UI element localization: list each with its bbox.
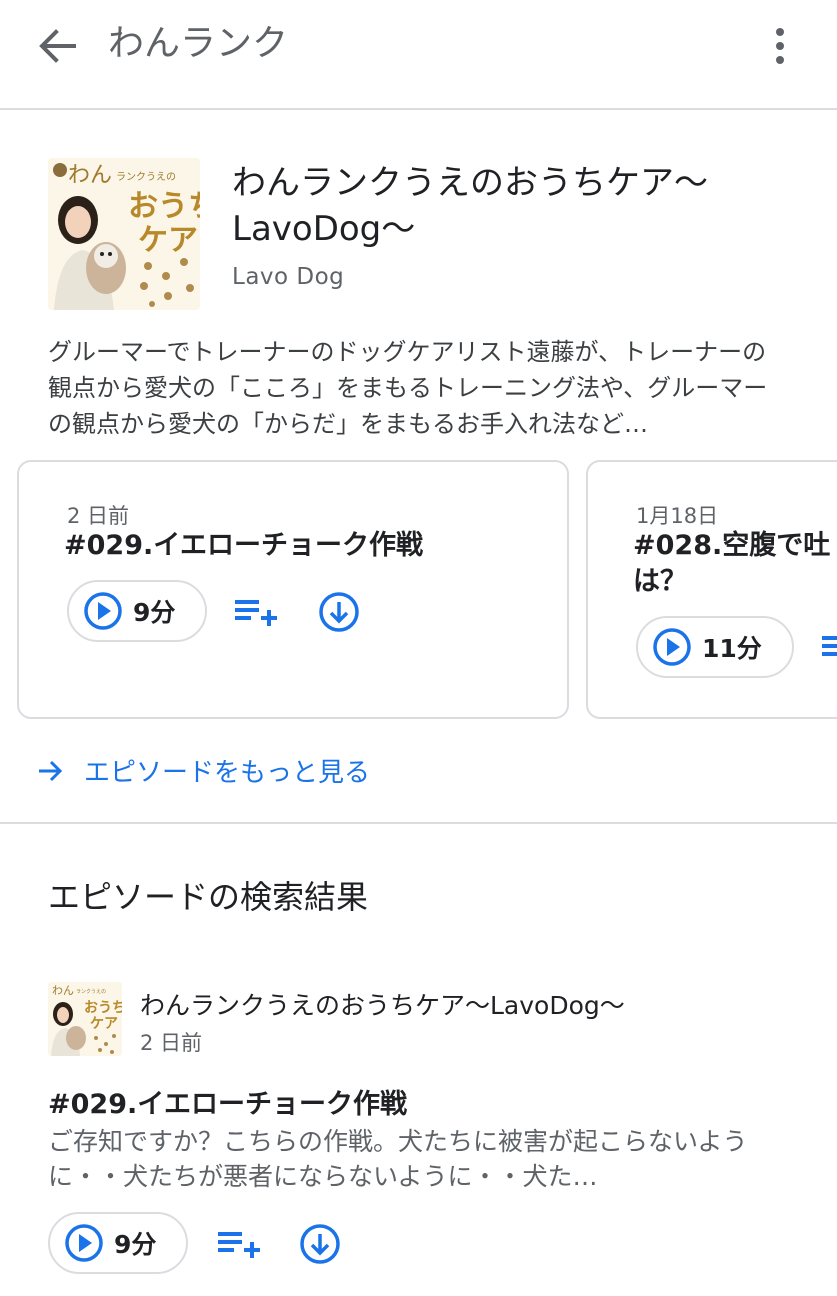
- result-show-name: わんランクうえのおうちケア〜LavoDog〜: [140, 991, 625, 1020]
- result-download-button[interactable]: [298, 1222, 342, 1266]
- playlist-add-icon: [822, 636, 837, 656]
- result-artwork-brand-line2: おうち: [84, 1000, 122, 1016]
- play-button[interactable]: 9分: [67, 580, 207, 642]
- play-button[interactable]: 11分: [636, 616, 794, 678]
- result-episode-description: ご存知ですか？こちらの作戦。犬たちに被害が起こらないように・・犬たちが悪者になら…: [48, 1127, 748, 1191]
- search-results-heading: エピソードの検索結果: [48, 878, 369, 916]
- episode-title: #028.空腹で吐は？: [633, 530, 831, 597]
- podcast-author[interactable]: Lavo Dog: [232, 264, 344, 290]
- section-divider: [0, 822, 837, 824]
- more-episodes-label: エピソードをもっと見る: [84, 758, 371, 788]
- result-duration: 9分: [114, 1230, 157, 1259]
- artwork-brand-line3: ケア: [138, 224, 198, 257]
- arrow-back-icon: [39, 29, 76, 63]
- episode-duration: 11分: [702, 634, 762, 663]
- play-circle-icon: [65, 1224, 103, 1262]
- play-circle-icon: [653, 628, 691, 666]
- result-artwork-brand-prefix: わん: [52, 984, 74, 997]
- app-bar: わんランク: [0, 0, 837, 110]
- result-episode-title[interactable]: #029.イエローチョーク作戦: [48, 1082, 407, 1121]
- result-artwork: わん ランクうえの おうち ケア: [48, 982, 122, 1056]
- episode-card[interactable]: 2 日前 #029.イエローチョーク作戦 9分: [17, 460, 569, 719]
- episode-date: 1月18日: [636, 504, 719, 528]
- podcast-title: わんランクうえのおうちケア〜LavoDog〜: [232, 163, 708, 249]
- episode-card[interactable]: 1月18日 #028.空腹で吐は？ 11分: [586, 460, 837, 719]
- episode-duration: 9分: [133, 598, 176, 627]
- result-add-to-queue-button[interactable]: [216, 1226, 262, 1262]
- episode-title: #029.イエローチョーク作戦: [64, 530, 423, 561]
- more-options-button[interactable]: [764, 24, 796, 68]
- podcast-artwork: わん ランクうえの おうち ケア: [48, 158, 200, 310]
- playlist-add-icon: [235, 600, 277, 626]
- download-circle-icon: [300, 1224, 340, 1264]
- result-artwork-brand-small: ランクうえの: [76, 989, 106, 995]
- add-to-queue-button[interactable]: [820, 630, 837, 666]
- more-episodes-link[interactable]: エピソードをもっと見る: [36, 752, 370, 789]
- play-circle-icon: [84, 592, 122, 630]
- more-vert-icon: [776, 28, 784, 64]
- artwork-brand-prefix: わん: [68, 162, 112, 187]
- back-button[interactable]: [36, 26, 80, 66]
- arrow-forward-icon: [39, 760, 63, 781]
- result-artwork-brand-line3: ケア: [90, 1016, 118, 1032]
- page-title: わんランク: [108, 23, 289, 64]
- download-circle-icon: [319, 592, 359, 632]
- playlist-add-icon: [218, 1232, 260, 1258]
- result-date: 2 日前: [140, 1031, 203, 1055]
- episode-date: 2 日前: [67, 504, 130, 528]
- artwork-brand-line2: おうち: [128, 190, 200, 223]
- result-play-button[interactable]: 9分: [48, 1212, 188, 1274]
- artwork-brand-small: ランクうえの: [116, 171, 176, 183]
- download-button[interactable]: [317, 590, 361, 634]
- add-to-queue-button[interactable]: [233, 594, 279, 630]
- podcast-description: グルーマーでトレーナーのドッグケアリスト遠藤が、トレーナーの観点から愛犬の「ここ…: [48, 338, 768, 438]
